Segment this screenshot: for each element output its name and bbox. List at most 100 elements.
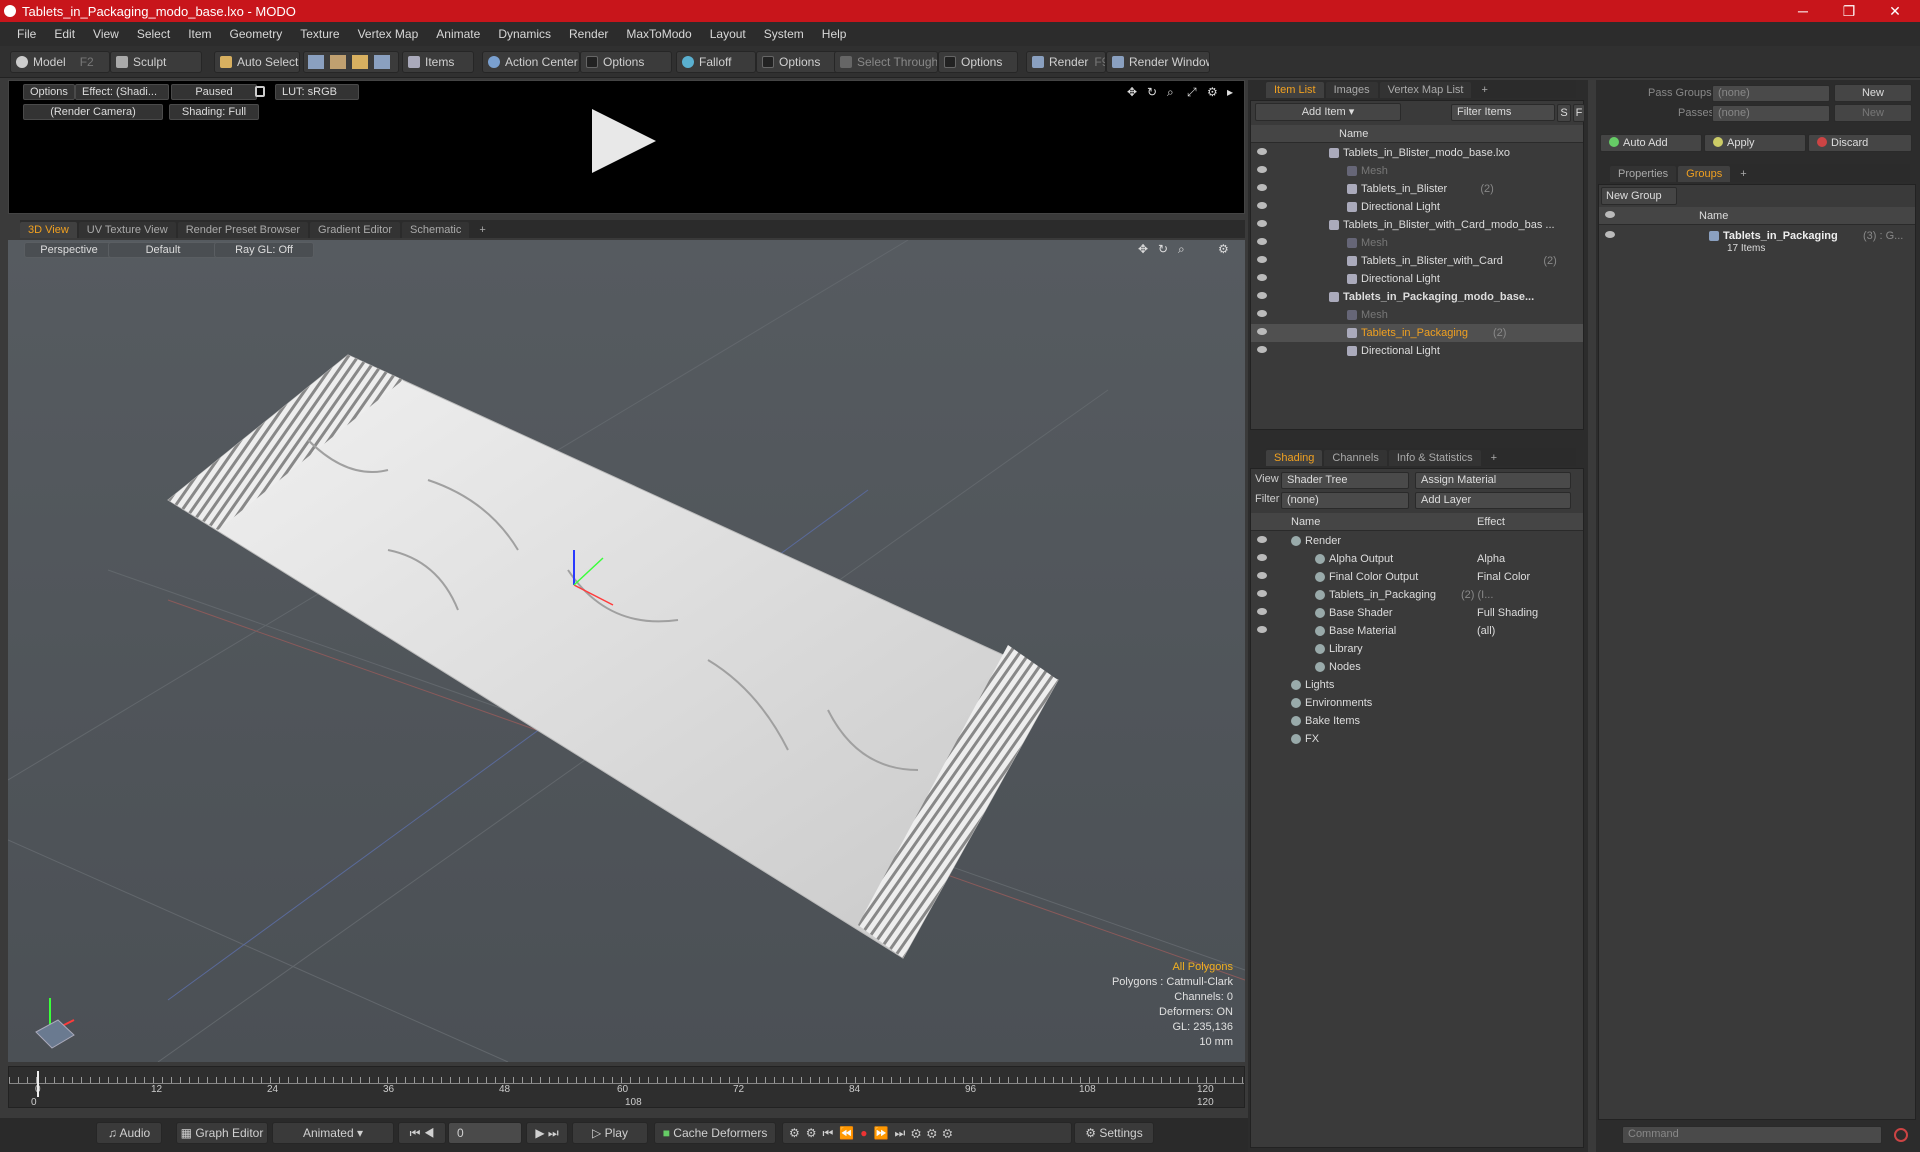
chevron-right-icon[interactable]: ▸ [1227,85,1233,99]
filter-f-button[interactable]: F [1573,104,1585,122]
list-item[interactable]: Directional Light [1251,198,1583,216]
menu-item[interactable]: Item [179,27,220,41]
items-mode-button[interactable]: Items [402,51,474,73]
add-tab-button[interactable]: + [1473,82,1495,98]
tab-info-statistics[interactable]: Info & Statistics [1388,450,1481,466]
render-options-button[interactable]: Options [23,84,75,100]
tab-gradient-editor[interactable]: Gradient Editor [310,222,400,238]
filter-s-button[interactable]: S [1557,104,1571,122]
gear-icon[interactable]: ⚙ [1207,85,1218,99]
apply-button[interactable]: Apply [1704,134,1806,152]
select-through-options-button[interactable]: Options [938,51,1018,73]
timeline-playhead[interactable] [37,1071,39,1097]
new-group-button[interactable]: New Group [1601,187,1677,205]
eye-icon[interactable] [1257,536,1267,543]
list-item[interactable]: Directional Light [1251,270,1583,288]
edges-mode-icon[interactable] [330,55,346,69]
maximize-button[interactable]: ❐ [1826,0,1872,22]
menu-select[interactable]: Select [128,27,179,41]
menu-texture[interactable]: Texture [291,27,348,41]
shader-row[interactable]: Tablets_in_Packaging (2) (I... [1251,586,1583,604]
assign-material-button[interactable]: Assign Material [1415,472,1571,489]
command-input[interactable]: Command [1622,1126,1882,1144]
timeline[interactable]: 0 12 24 36 48 60 72 84 96 108 120 0 108 … [8,1066,1245,1108]
tab-groups[interactable]: Groups [1678,166,1731,182]
eye-icon[interactable] [1257,148,1267,155]
action-center-options-button[interactable]: Options [580,51,672,73]
settings-button[interactable]: ⚙ Settings [1074,1122,1154,1144]
auto-add-button[interactable]: Auto Add [1600,134,1702,152]
filter-items-input[interactable]: Filter Items [1451,104,1555,121]
add-tab-button[interactable]: + [1732,166,1754,182]
tab-properties[interactable]: Properties [1610,166,1677,182]
menu-view[interactable]: View [84,27,128,41]
list-item[interactable]: Mesh [1251,306,1583,324]
eye-icon[interactable] [1257,310,1267,317]
menu-geometry[interactable]: Geometry [221,27,292,41]
eye-icon[interactable] [1257,608,1267,615]
menu-dynamics[interactable]: Dynamics [489,27,560,41]
tab-vertex-map-list[interactable]: Vertex Map List [1379,82,1472,98]
effect-dropdown[interactable]: Effect: (Shadi... [75,84,169,100]
eye-icon[interactable] [1257,346,1267,353]
shader-row[interactable]: Nodes [1251,658,1583,676]
eye-icon[interactable] [1257,554,1267,561]
cache-deformers-button[interactable]: ■ Cache Deformers [654,1122,776,1144]
add-tab-button[interactable]: + [471,222,493,238]
tab-render-preset-browser[interactable]: Render Preset Browser [177,222,309,238]
eye-icon[interactable] [1257,166,1267,173]
rotate-view-icon[interactable]: ↻ [1147,85,1157,99]
eye-icon[interactable] [1257,572,1267,579]
action-center-button[interactable]: Action Center [482,51,580,73]
menu-layout[interactable]: Layout [701,27,755,41]
tab-uv-texture-view[interactable]: UV Texture View [78,222,176,238]
eye-icon[interactable] [1257,220,1267,227]
passes-dropdown[interactable]: (none) [1712,105,1830,122]
record-icon[interactable]: ● [860,1126,873,1140]
shader-row[interactable]: Lights [1251,676,1583,694]
model-button[interactable]: Model F2 [10,51,110,73]
list-item[interactable]: Tablets_in_Packaging_modo_base... [1251,288,1583,306]
render-preview[interactable]: Options Effect: (Shadi... Paused LUT: sR… [8,80,1245,214]
add-item-button[interactable]: Add Item ▾ [1255,103,1401,121]
list-item[interactable]: Tablets_in_Blister_with_Card_modo_bas ..… [1251,216,1583,234]
shader-row[interactable]: Bake Items [1251,712,1583,730]
eye-icon[interactable] [1257,202,1267,209]
eye-icon[interactable] [1257,256,1267,263]
graph-editor-button[interactable]: ▦ Graph Editor [176,1122,268,1144]
command-clear-icon[interactable] [1894,1128,1908,1142]
shader-effect[interactable]: Alpha [1477,550,1505,568]
discard-button[interactable]: Discard [1808,134,1912,152]
falloff-button[interactable]: Falloff [676,51,756,73]
eye-icon[interactable] [1257,238,1267,245]
sculpt-button[interactable]: Sculpt [110,51,202,73]
eye-icon[interactable] [1257,184,1267,191]
zoom-view-icon[interactable]: ⌕ [1167,85,1174,100]
menu-edit[interactable]: Edit [45,27,84,41]
tab-channels[interactable]: Channels [1324,450,1387,466]
eye-icon[interactable] [1257,626,1267,633]
menu-help[interactable]: Help [813,27,856,41]
shader-row[interactable]: Base Shader Full Shading [1251,604,1583,622]
polygons-mode-icon[interactable] [352,55,368,69]
new-pass-button[interactable]: New [1834,104,1912,122]
shader-row[interactable]: Render [1251,532,1583,550]
shader-effect[interactable]: Final Color [1477,568,1530,586]
falloff-options-button[interactable]: Options [756,51,838,73]
vertices-mode-icon[interactable] [308,55,324,69]
list-item[interactable]: Tablets_in_Blister_with_Card (2) [1251,252,1583,270]
eye-icon[interactable] [1257,328,1267,335]
menu-vertex-map[interactable]: Vertex Map [349,27,428,41]
eye-icon[interactable] [1257,590,1267,597]
shader-effect[interactable]: Full Shading [1477,604,1538,622]
new-pass-group-button[interactable]: New [1834,84,1912,102]
menu-animate[interactable]: Animate [427,27,489,41]
minimize-button[interactable]: ─ [1780,0,1826,22]
animated-dropdown[interactable]: Animated ▾ [272,1122,394,1144]
selection-mode-buttons[interactable] [303,51,399,73]
move-view-icon[interactable]: ✥ [1127,85,1137,99]
render-camera-dropdown[interactable]: (Render Camera) [23,104,163,120]
group-row[interactable]: Tablets_in_Packaging (3) : G... 17 Items [1599,227,1915,257]
add-tab-button[interactable]: + [1483,450,1505,466]
3d-viewport[interactable]: Perspective Default Ray GL: Off ✥ ↻ ⌕ ⚙ [8,240,1245,1062]
